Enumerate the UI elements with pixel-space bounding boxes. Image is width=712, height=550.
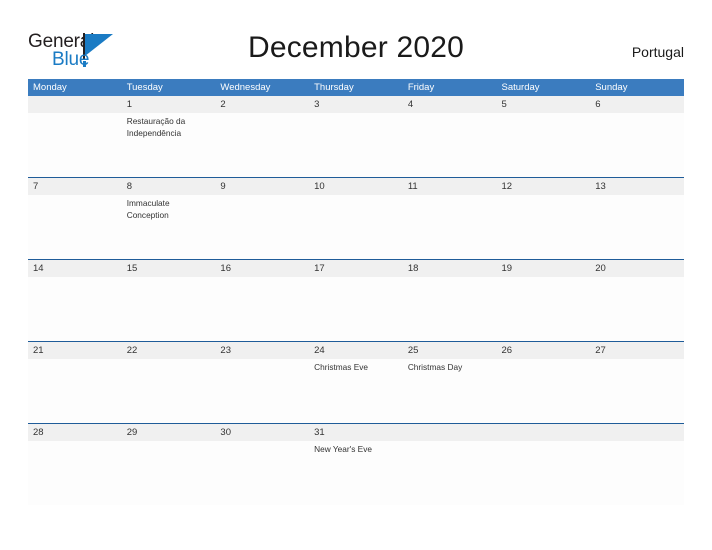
- week-event-band: [28, 277, 684, 341]
- calendar-page: General Blue December 2020 Portugal Mond…: [0, 0, 712, 550]
- weekday-header-tuesday: Tuesday: [126, 82, 163, 93]
- day-number[interactable]: 31: [309, 424, 403, 441]
- day-number[interactable]: 18: [403, 260, 497, 277]
- day-number[interactable]: 10: [309, 178, 403, 195]
- day-number[interactable]: 20: [590, 260, 684, 277]
- day-number[interactable]: 4: [403, 96, 497, 113]
- week-date-band: 7 8 9 10 11 12 13: [28, 178, 684, 195]
- day-event: [215, 441, 309, 505]
- day-number[interactable]: 15: [122, 260, 216, 277]
- day-event: [309, 113, 403, 177]
- day-number[interactable]: 6: [590, 96, 684, 113]
- day-event: [28, 359, 122, 423]
- day-event: Restauração da Independência: [126, 116, 186, 138]
- day-number[interactable]: 11: [403, 178, 497, 195]
- weekday-header-sunday: Sunday: [595, 82, 628, 93]
- day-event: [403, 277, 497, 341]
- day-number[interactable]: 28: [28, 424, 122, 441]
- day-event: Christmas Day: [407, 362, 463, 372]
- day-number[interactable]: 9: [215, 178, 309, 195]
- day-number[interactable]: 7: [28, 178, 122, 195]
- day-number[interactable]: 1: [122, 96, 216, 113]
- week-row: 14 15 16 17 18 19 20: [28, 259, 684, 341]
- week-event-band: Restauração da Independência: [28, 113, 684, 177]
- day-number[interactable]: 12: [497, 178, 591, 195]
- day-event: [590, 359, 684, 423]
- day-event: [497, 277, 591, 341]
- day-event: [28, 195, 122, 259]
- day-number[interactable]: 16: [215, 260, 309, 277]
- week-date-band: 28 29 30 31: [28, 424, 684, 441]
- day-event: [590, 195, 684, 259]
- week-row: 1 2 3 4 5 6 Restauração da Independência: [28, 96, 684, 177]
- day-event: [403, 113, 497, 177]
- weekday-header-row: Monday Tuesday Wednesday Thursday Friday…: [28, 79, 684, 96]
- day-number[interactable]: 13: [590, 178, 684, 195]
- day-number[interactable]: 29: [122, 424, 216, 441]
- week-date-band: 14 15 16 17 18 19 20: [28, 260, 684, 277]
- week-date-band: 1 2 3 4 5 6: [28, 96, 684, 113]
- day-event: [28, 277, 122, 341]
- day-number[interactable]: 3: [309, 96, 403, 113]
- day-number[interactable]: 24: [309, 342, 403, 359]
- weekday-header-wednesday: Wednesday: [220, 82, 271, 93]
- day-event: [215, 195, 309, 259]
- day-number[interactable]: [590, 424, 684, 441]
- day-event: New Year's Eve: [314, 444, 372, 454]
- day-event: [122, 359, 216, 423]
- day-event: Christmas Eve: [314, 362, 369, 372]
- day-event: [403, 441, 497, 505]
- weekday-header-saturday: Saturday: [501, 82, 540, 93]
- day-number[interactable]: 8: [122, 178, 216, 195]
- day-number[interactable]: [497, 424, 591, 441]
- day-event: [590, 441, 684, 505]
- day-number[interactable]: 30: [215, 424, 309, 441]
- week-event-band: Immaculate Conception: [28, 195, 684, 259]
- day-event: [122, 277, 216, 341]
- day-event: [215, 113, 309, 177]
- week-date-band: 21 22 23 24 25 26 27: [28, 342, 684, 359]
- week-row: 7 8 9 10 11 12 13 Immaculate Conception: [28, 177, 684, 259]
- day-number[interactable]: 26: [497, 342, 591, 359]
- day-event: [215, 359, 309, 423]
- day-event: [590, 277, 684, 341]
- day-number[interactable]: 25: [403, 342, 497, 359]
- day-number[interactable]: 22: [122, 342, 216, 359]
- day-event: [497, 113, 591, 177]
- day-event: Immaculate Conception: [126, 198, 170, 220]
- day-event: [497, 195, 591, 259]
- day-event: [590, 113, 684, 177]
- day-number[interactable]: [403, 424, 497, 441]
- day-number[interactable]: [28, 96, 122, 113]
- day-number[interactable]: 19: [497, 260, 591, 277]
- calendar-grid: Monday Tuesday Wednesday Thursday Friday…: [28, 79, 684, 505]
- day-event: [215, 277, 309, 341]
- masthead: General Blue December 2020 Portugal: [28, 28, 684, 74]
- day-number[interactable]: 23: [215, 342, 309, 359]
- week-row: 28 29 30 31 New Year's Eve: [28, 423, 684, 505]
- day-event: [309, 277, 403, 341]
- day-number[interactable]: 5: [497, 96, 591, 113]
- week-event-band: Christmas Eve Christmas Day: [28, 359, 684, 423]
- weekday-header-monday: Monday: [33, 82, 67, 93]
- week-row: 21 22 23 24 25 26 27 Christmas Eve Chris…: [28, 341, 684, 423]
- day-event: [309, 195, 403, 259]
- day-event: [28, 441, 122, 505]
- weekday-header-friday: Friday: [407, 82, 435, 93]
- country-label: Portugal: [631, 44, 684, 60]
- day-number[interactable]: 2: [215, 96, 309, 113]
- week-event-band: New Year's Eve: [28, 441, 684, 505]
- day-event: [403, 195, 497, 259]
- day-number[interactable]: 21: [28, 342, 122, 359]
- day-event: [122, 441, 216, 505]
- weekday-header-thursday: Thursday: [314, 82, 354, 93]
- day-event: [497, 441, 591, 505]
- day-number[interactable]: 27: [590, 342, 684, 359]
- day-number[interactable]: 14: [28, 260, 122, 277]
- page-title: December 2020: [247, 31, 465, 64]
- day-event: [497, 359, 591, 423]
- day-number[interactable]: 17: [309, 260, 403, 277]
- day-event: [28, 113, 122, 177]
